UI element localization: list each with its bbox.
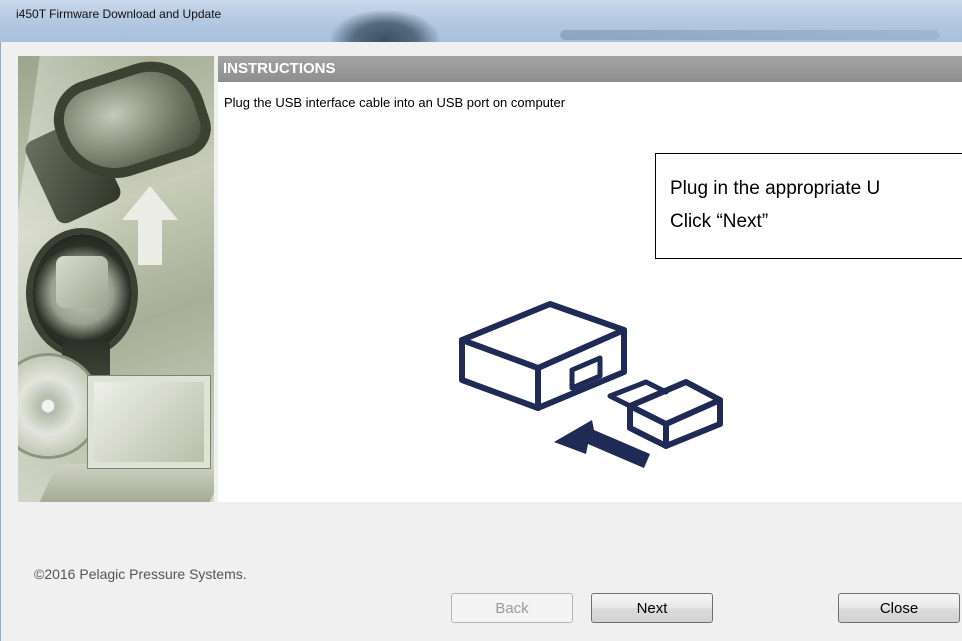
- background-blur: [560, 30, 940, 40]
- copyright-text: ©2016 Pelagic Pressure Systems.: [34, 566, 247, 582]
- title-bar[interactable]: i450T Firmware Download and Update: [0, 0, 962, 43]
- callout-box: Plug in the appropriate U Click “Next”: [655, 153, 962, 259]
- back-button[interactable]: Back: [451, 593, 573, 623]
- instructions-text: Plug the USB interface cable into an USB…: [224, 95, 566, 110]
- laptop-screen-graphic: [88, 376, 210, 468]
- next-button[interactable]: Next: [591, 593, 713, 623]
- usb-plug-illustration: [459, 301, 723, 468]
- instructions-header: INSTRUCTIONS: [218, 56, 962, 82]
- background-blur: [330, 10, 440, 42]
- callout-line-1: Plug in the appropriate U: [670, 178, 881, 199]
- callout-line-2: Click “Next”: [670, 211, 769, 232]
- side-graphic-panel: [18, 56, 214, 502]
- window-title: i450T Firmware Download and Update: [16, 7, 222, 21]
- close-button[interactable]: Close: [838, 593, 960, 623]
- upload-arrow-stem: [138, 219, 162, 265]
- content-area: INSTRUCTIONS Plug the USB interface cabl…: [218, 56, 962, 502]
- laptop-base-graphic: [38, 464, 214, 502]
- upload-arrow-icon: [122, 186, 178, 220]
- watch-face-graphic: [56, 256, 108, 308]
- insert-arrow-icon: [554, 420, 650, 468]
